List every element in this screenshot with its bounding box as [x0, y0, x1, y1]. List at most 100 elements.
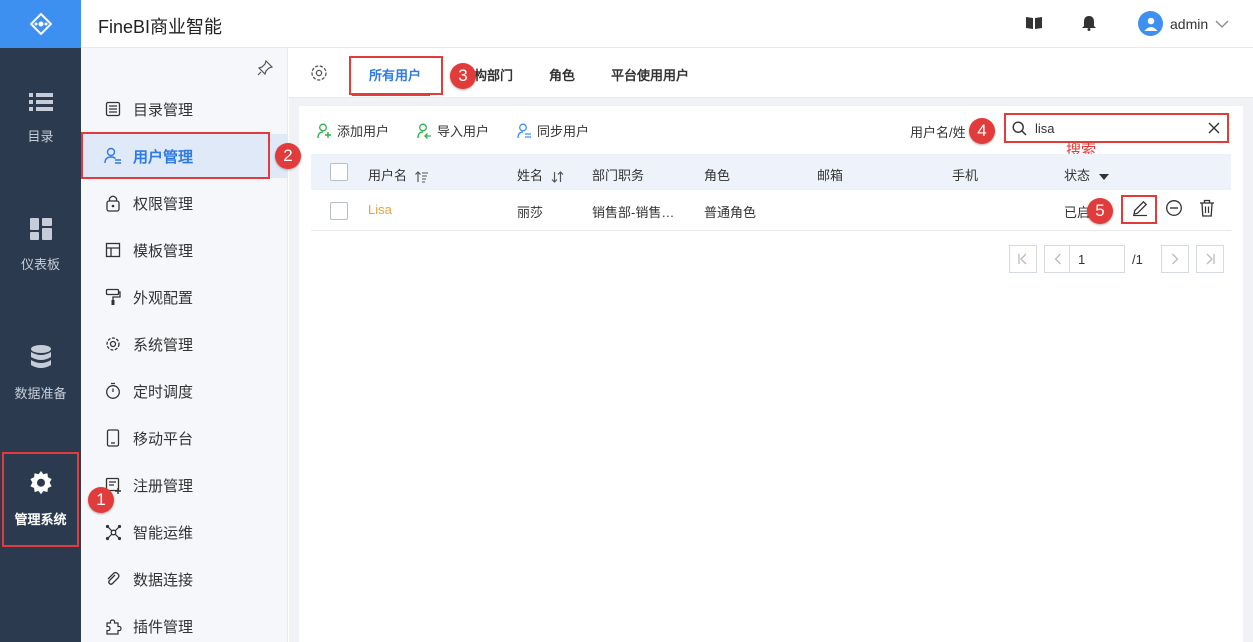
page-number-input[interactable] — [1069, 245, 1125, 273]
avatar — [1138, 11, 1163, 36]
user-menu[interactable]: admin — [1138, 11, 1229, 36]
select-all-checkbox[interactable] — [330, 163, 348, 181]
sidebar-item-label: 定时调度 — [133, 383, 194, 401]
sidebar-item-templates[interactable]: 模板管理 — [81, 228, 288, 272]
search-icon — [1012, 120, 1027, 136]
search-field-selector[interactable]: 用户名/姓 — [910, 122, 966, 141]
bell-icon[interactable] — [1082, 16, 1096, 31]
users-panel: 添加用户 导入用户 同步用户 搜索 用户名/姓 用户名 姓名 — [299, 106, 1243, 642]
sidebar-item-label: 移动平台 — [133, 430, 194, 448]
table-header: 用户名 姓名 部门职务 角色 邮箱 手机 状态 — [311, 154, 1231, 190]
link-icon — [107, 571, 120, 585]
timer-icon — [106, 382, 120, 399]
sidebar-item-system[interactable]: 系统管理 — [81, 322, 288, 366]
left-rail: 目录 仪表板 数据准备 管理系统 — [0, 0, 81, 642]
column-header-status[interactable]: 状态 — [1064, 165, 1110, 184]
sidebar-item-label: 外观配置 — [133, 289, 194, 307]
tab-departments[interactable]: 构部门 — [474, 65, 513, 84]
sidebar-item-appearance[interactable]: 外观配置 — [81, 275, 288, 319]
sidebar-item-label: 目录管理 — [133, 101, 194, 119]
add-user-button[interactable]: 添加用户 — [317, 121, 389, 140]
sync-user-icon — [517, 123, 531, 138]
annotation-box-sidebar — [81, 132, 270, 179]
sidebar-item-label: 数据连接 — [133, 571, 194, 589]
delete-icon[interactable] — [1199, 199, 1215, 217]
next-page-button[interactable] — [1161, 245, 1189, 273]
database-icon — [30, 345, 51, 368]
disable-icon[interactable] — [1165, 199, 1183, 217]
list-icon — [28, 93, 53, 111]
last-page-icon — [1206, 253, 1215, 265]
sort-icon[interactable] — [414, 170, 428, 183]
gear-icon — [106, 337, 120, 351]
annotation-badge-4: 4 — [969, 118, 995, 144]
pagination: /1 — [299, 245, 1243, 275]
rail-item-catalog[interactable]: 目录 — [0, 92, 81, 145]
sidebar-item-plugins[interactable]: 插件管理 — [81, 604, 288, 642]
first-page-icon — [1018, 253, 1027, 265]
chevron-left-icon — [1054, 253, 1061, 265]
settings-gear-icon[interactable] — [310, 64, 328, 82]
main-content: 所有用户 构部门 角色 平台使用用户 添加用户 导入用户 同步用户 搜索 用户名… — [289, 48, 1253, 642]
column-header-dept: 部门职务 — [592, 168, 645, 183]
sidebar-item-schedule[interactable]: 定时调度 — [81, 369, 288, 413]
column-header-username[interactable]: 用户名 — [368, 165, 428, 184]
app-logo[interactable] — [0, 0, 81, 48]
row-checkbox[interactable] — [330, 202, 348, 220]
tab-platform-users[interactable]: 平台使用用户 — [611, 65, 689, 84]
brush-icon — [105, 288, 121, 305]
search-field[interactable] — [1004, 113, 1229, 143]
import-user-label: 导入用户 — [437, 124, 490, 139]
last-page-button[interactable] — [1196, 245, 1224, 273]
rail-item-label: 仪表板 — [20, 257, 60, 272]
annotation-badge-3: 3 — [450, 63, 476, 89]
add-user-label: 添加用户 — [337, 124, 390, 139]
sidebar-item-connection[interactable]: 数据连接 — [81, 557, 288, 601]
cell-role: 普通角色 — [704, 205, 757, 220]
cell-dept: 销售部-销售… — [592, 205, 675, 220]
cell-username[interactable]: Lisa — [368, 202, 392, 217]
import-user-button[interactable]: 导入用户 — [417, 121, 489, 140]
caret-down-icon[interactable] — [1098, 173, 1110, 181]
tab-roles[interactable]: 角色 — [549, 65, 575, 84]
prev-page-button[interactable] — [1044, 245, 1072, 273]
lock-icon — [106, 195, 120, 212]
sidebar-item-permissions[interactable]: 权限管理 — [81, 181, 288, 225]
sync-user-label: 同步用户 — [537, 124, 590, 139]
first-page-button[interactable] — [1009, 245, 1037, 273]
sidebar-item-label: 模板管理 — [133, 242, 194, 260]
sidebar-item-label: 系统管理 — [133, 336, 194, 354]
sort-icon[interactable] — [551, 170, 564, 183]
pin-icon[interactable] — [257, 60, 273, 76]
rail-item-data-prep[interactable]: 数据准备 — [0, 345, 81, 402]
chevron-right-icon — [1172, 253, 1179, 265]
column-header-email: 邮箱 — [817, 168, 844, 183]
tab-bar: 所有用户 构部门 角色 平台使用用户 — [289, 48, 1253, 98]
column-header-role: 角色 — [704, 168, 731, 183]
import-user-icon — [417, 123, 431, 139]
rail-item-dashboard[interactable]: 仪表板 — [0, 218, 81, 273]
sidebar-item-label: 智能运维 — [133, 524, 194, 542]
search-input[interactable] — [1035, 120, 1205, 136]
close-icon[interactable] — [1208, 122, 1220, 134]
sidebar-item-label: 插件管理 — [133, 618, 194, 636]
user-name: admin — [1170, 15, 1209, 32]
cell-name: 丽莎 — [517, 205, 544, 220]
page-total: /1 — [1132, 252, 1143, 267]
add-user-icon — [317, 123, 331, 138]
sidebar-item-ops[interactable]: 智能运维 — [81, 510, 288, 554]
annotation-box-tab — [349, 56, 443, 95]
sidebar-item-label: 权限管理 — [133, 195, 194, 213]
mobile-icon — [106, 429, 120, 447]
dashboard-icon — [29, 218, 52, 240]
sidebar-item-mobile[interactable]: 移动平台 — [81, 416, 288, 460]
annotation-badge-5: 5 — [1087, 198, 1113, 224]
sync-user-button[interactable]: 同步用户 — [517, 121, 589, 140]
annotation-box-rail — [2, 452, 79, 547]
book-icon[interactable] — [1026, 16, 1042, 30]
sidebar-item-catalog[interactable]: 目录管理 — [81, 87, 288, 131]
annotation-badge-2: 2 — [275, 143, 301, 169]
admin-sidebar: 目录管理 用户管理 权限管理 模板管理 外观配置 系统管理 定时调度 移动平台 … — [81, 48, 288, 642]
logo-icon — [29, 13, 52, 35]
column-header-name[interactable]: 姓名 — [517, 165, 564, 184]
